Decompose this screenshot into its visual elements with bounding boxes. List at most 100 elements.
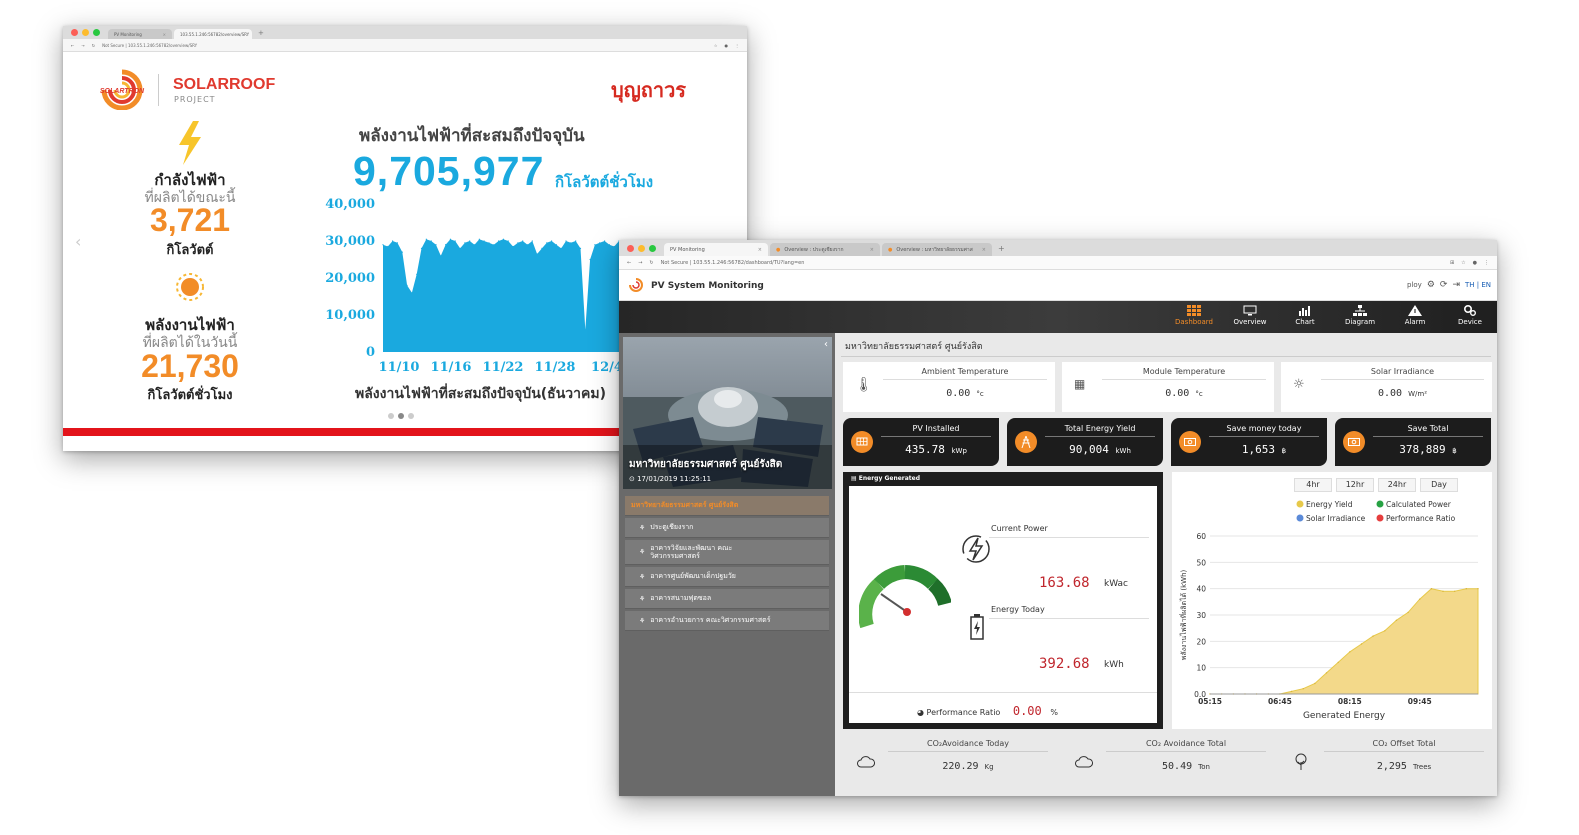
data-point: [387, 245, 389, 248]
menu-kebab-icon[interactable]: ⋮: [1484, 260, 1489, 266]
app-header: PV System Monitoring ploy ⚙ ⟳ ⇥ TH | EN: [619, 270, 1497, 301]
money-icon: [1179, 431, 1201, 453]
nav-diagram[interactable]: Diagram: [1335, 305, 1385, 326]
site-photo-title: มหาวิทยาลัยธรรมศาสตร์ ศูนย์รังสิต: [629, 459, 783, 470]
energy-value: 21,730: [141, 348, 239, 384]
y-tick-label: 0: [366, 345, 375, 360]
legend-label: Energy Yield: [1306, 500, 1353, 509]
data-point: [575, 240, 577, 242]
lightning-icon: [179, 121, 201, 165]
new-tab-button[interactable]: +: [254, 29, 264, 37]
menu-item-label: อาคารศูนย์พัฒนาเด็กปฐมวัย: [650, 572, 736, 580]
account-icon[interactable]: ●: [725, 43, 729, 48]
logout-icon[interactable]: ⇥: [1452, 280, 1460, 290]
forward-icon[interactable]: →: [638, 260, 642, 266]
browser-tab[interactable]: PV Monitoring ×: [108, 29, 172, 39]
site-menu-item[interactable]: ⚘ อาคารศูนย์พัฒนาเด็กปฐมวัย: [625, 567, 829, 587]
url-field[interactable]: Not Secure | 103.55.1.246:56782/overview…: [102, 43, 707, 48]
browser-tab-active[interactable]: 103.55.1.246:56782/overview/SRY×: [174, 29, 252, 39]
nav-device[interactable]: Device: [1445, 305, 1495, 326]
close-tab-icon[interactable]: ×: [870, 247, 874, 253]
co2-cloud-icon: [1075, 753, 1093, 772]
range-button-4hr[interactable]: 4hr: [1294, 478, 1332, 492]
browser-tab[interactable]: ● Overview : มหาวิทยาลัยธรรมศาส ×: [882, 243, 992, 256]
reload-icon[interactable]: ↻: [649, 260, 653, 266]
x-tick-label: 12/4: [591, 360, 619, 375]
pager-dot[interactable]: [388, 413, 394, 419]
data-point: [1372, 635, 1374, 637]
solartron-logo: SOLARTRON: [100, 69, 145, 110]
back-icon[interactable]: ←: [71, 43, 74, 48]
collapse-chevron-icon[interactable]: ‹: [824, 339, 828, 350]
user-name[interactable]: ploy: [1407, 281, 1422, 289]
address-bar: ← → ↻ Not Secure | 103.55.1.246:56782/da…: [619, 256, 1497, 270]
close-window-button[interactable]: [71, 29, 78, 36]
bookmark-star-icon[interactable]: ☆: [714, 43, 718, 48]
maximize-window-button[interactable]: [649, 244, 656, 252]
site-menu-item[interactable]: ⚘ ประตูเชียงราก: [625, 518, 829, 538]
data-point: [502, 238, 504, 240]
data-point: [517, 242, 519, 244]
kpi-value-row: 1,653 ฿: [1209, 443, 1319, 456]
nav-dashboard[interactable]: Dashboard: [1169, 305, 1219, 326]
data-point: [1290, 690, 1293, 693]
maximize-window-button[interactable]: [93, 29, 100, 36]
site-menu-item-active[interactable]: มหาวิทยาลัยธรรมศาสตร์ ศูนย์รังสิต: [625, 496, 829, 516]
data-point: [473, 244, 476, 246]
account-icon[interactable]: ●: [1473, 260, 1477, 266]
url-field[interactable]: Not Secure | 103.55.1.246:56782/dashboar…: [661, 260, 1443, 266]
y-tick-label: 40,000: [325, 198, 375, 212]
site-menu-item[interactable]: ⚘ อาคารสนามฟุตซอล: [625, 589, 829, 609]
reload-icon[interactable]: ↻: [92, 43, 95, 48]
range-button-12hr[interactable]: 12hr: [1336, 478, 1374, 492]
forward-icon[interactable]: →: [81, 43, 84, 48]
pager-dot[interactable]: [408, 413, 414, 419]
browser-tab-active[interactable]: PV Monitoring ×: [664, 243, 768, 256]
sun-icon: ☼: [1293, 377, 1305, 392]
tab-label: Overview : มหาวิทยาลัยธรรมศาส: [896, 246, 973, 253]
co2-avoidance-today-card: CO₂Avoidance Today 220.29 Kg: [843, 733, 1058, 789]
nav-overview[interactable]: Overview: [1225, 305, 1275, 326]
site-menu-item[interactable]: ⚘ อาคารอำนวยการ คณะวิศวกรรมศาสตร์: [625, 611, 829, 631]
back-icon[interactable]: ←: [627, 260, 631, 266]
settings-gear-icon[interactable]: ⚙: [1427, 280, 1435, 290]
nav-alarm[interactable]: Alarm: [1390, 305, 1440, 326]
close-tab-icon[interactable]: ×: [163, 32, 166, 37]
language-switch[interactable]: TH | EN: [1465, 281, 1491, 289]
close-tab-icon[interactable]: ×: [982, 247, 986, 253]
data-point: [454, 240, 456, 242]
close-window-button[interactable]: [627, 244, 634, 252]
nav-label: Device: [1458, 318, 1482, 326]
x-tick-label: 05:15: [1198, 697, 1222, 706]
site-menu-item[interactable]: ⚘ อาคารวิจัยและพัฒนา คณะ วิศวกรรมศาสตร์: [625, 540, 829, 565]
header-tools: ploy ⚙ ⟳ ⇥ TH | EN: [1407, 280, 1491, 290]
divider: [989, 618, 1149, 619]
refresh-icon[interactable]: ⟳: [1440, 280, 1448, 290]
tab-favicon-icon: ●: [776, 246, 781, 253]
bookmark-star-icon[interactable]: ☆: [1461, 260, 1465, 266]
pager-dot-active[interactable]: [398, 413, 404, 419]
translate-icon[interactable]: ⊞: [1450, 260, 1454, 266]
page-title: มหาวิทยาลัยธรรมศาสตร์ ศูนย์รังสิต: [845, 342, 983, 352]
new-tab-button[interactable]: +: [994, 244, 1005, 253]
menu-kebab-icon[interactable]: ⋮: [735, 43, 739, 48]
x-tick-label: 11/28: [535, 360, 576, 375]
data-point: [1349, 651, 1351, 653]
browser-tab[interactable]: ● Overview : ประตูเชียงราก ×: [770, 243, 880, 256]
performance-ratio-row: ◕ Performance Ratio 0.00 %: [917, 704, 1058, 718]
solar-panel-thermometer-icon: ▦: [1074, 377, 1086, 391]
range-button-24hr[interactable]: 24hr: [1378, 478, 1416, 492]
save-total-kpi: Save Total 378,889 ฿: [1335, 418, 1491, 466]
close-tab-icon[interactable]: ×: [758, 247, 762, 253]
window-controls: [63, 29, 108, 36]
minimize-window-button[interactable]: [82, 29, 89, 36]
minimize-window-button[interactable]: [638, 244, 645, 252]
range-button-day[interactable]: Day: [1420, 478, 1458, 492]
ambient-temperature-card: 🌡 Ambient Temperature 0.00 °c: [843, 362, 1055, 412]
panel-header: ▤ Energy Generated: [851, 475, 920, 482]
y-tick-label: 10,000: [325, 308, 375, 323]
nav-chart[interactable]: Chart: [1280, 305, 1330, 326]
data-point: [435, 244, 437, 246]
title-divider: [841, 356, 1491, 357]
solar-irradiance-card: ☼ Solar Irradiance 0.00 W/m²: [1281, 362, 1492, 412]
